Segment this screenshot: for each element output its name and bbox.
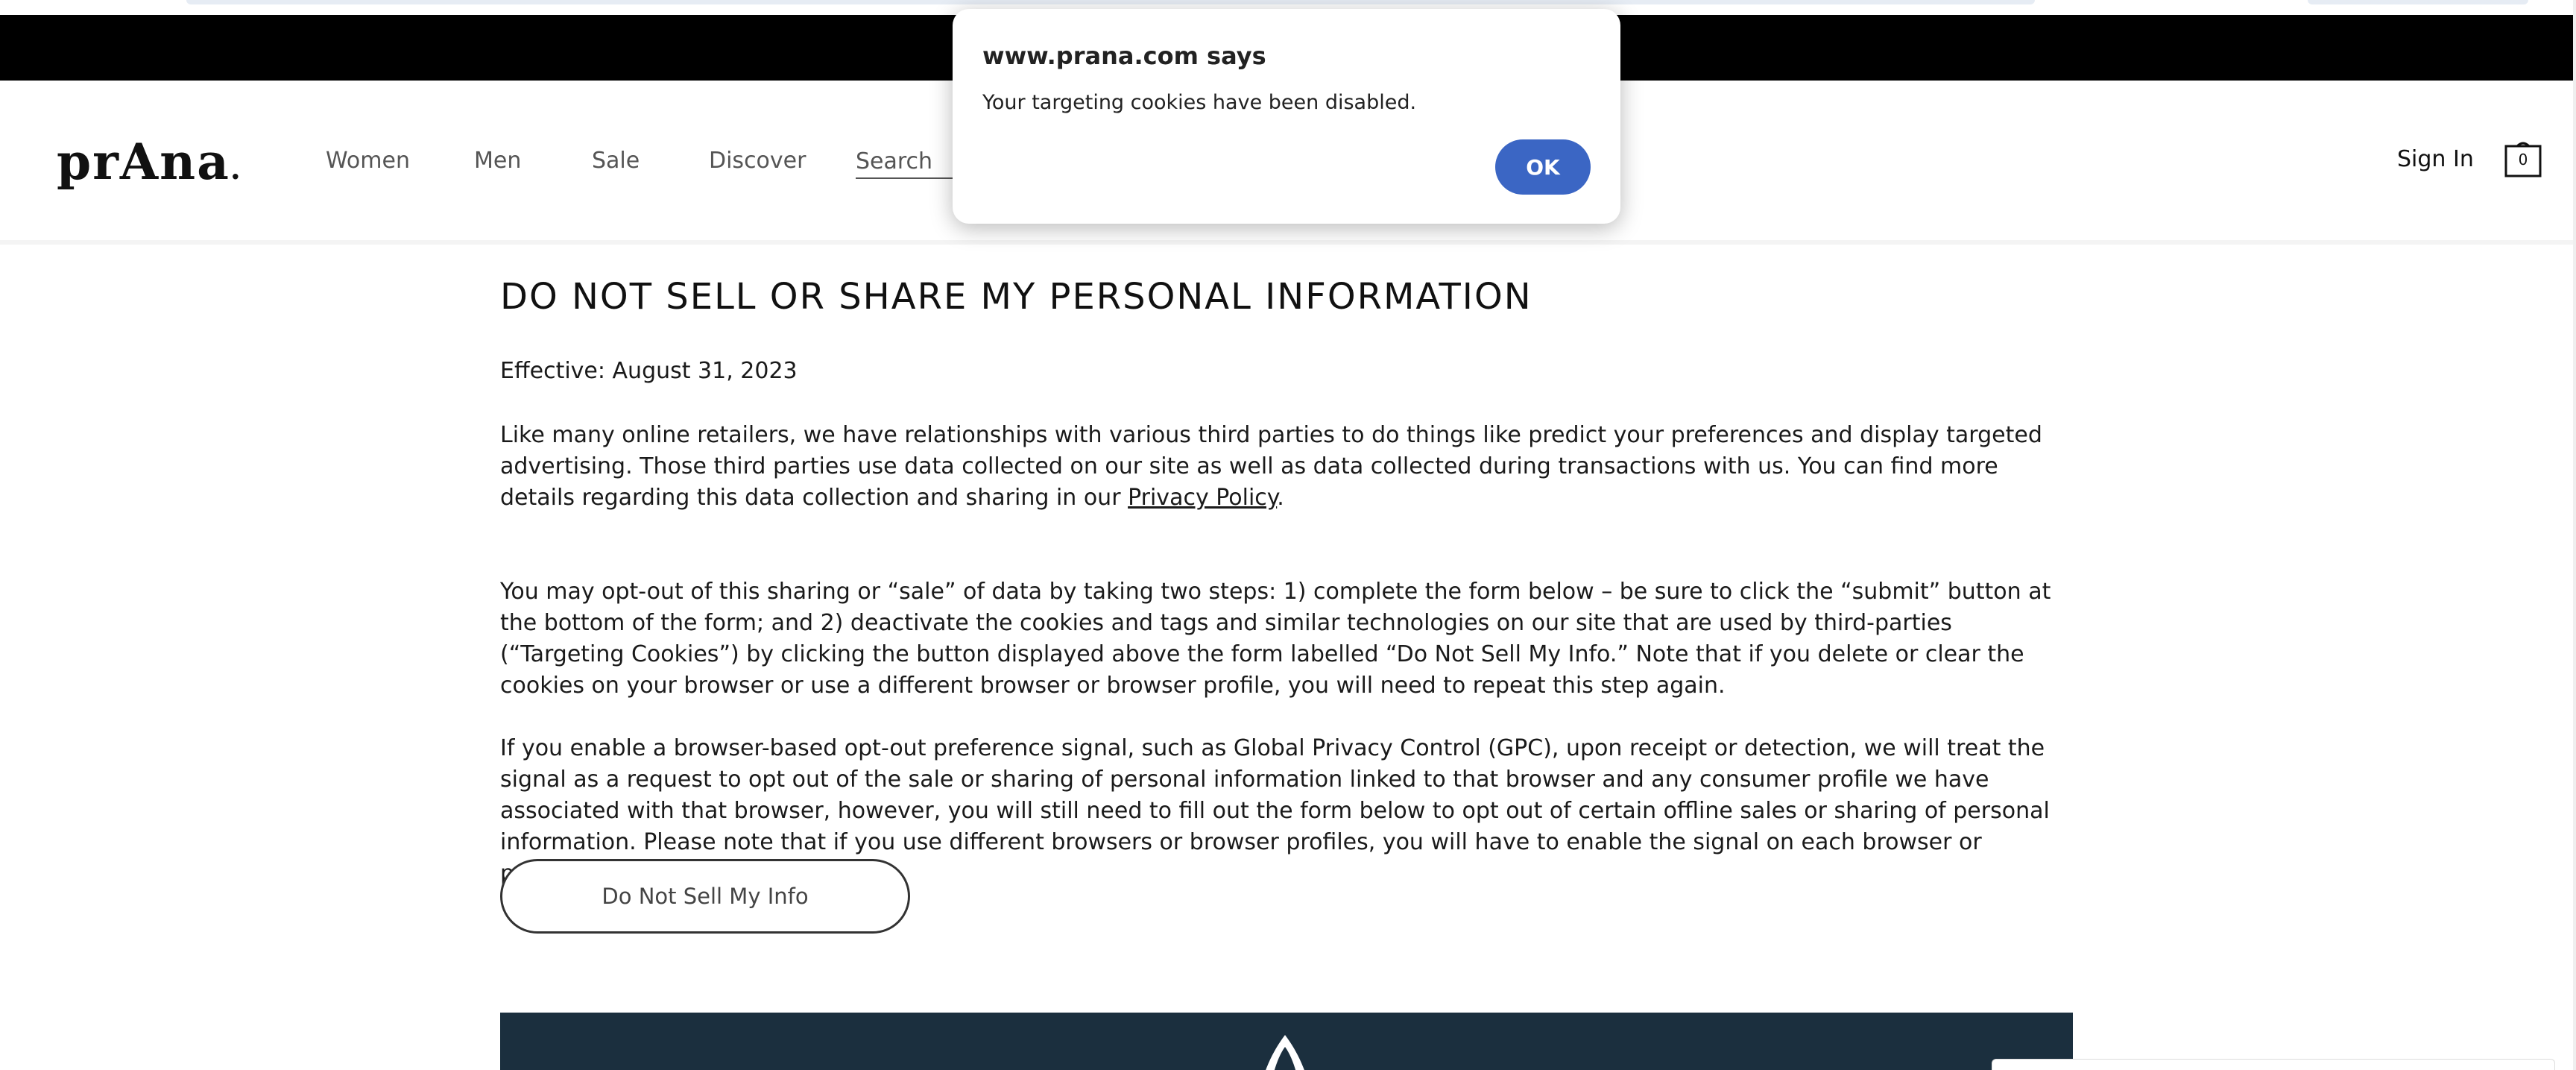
form-banner — [500, 1013, 2073, 1070]
alert-dialog: www.prana.com says Your targeting cookie… — [953, 9, 1620, 224]
prana-logo[interactable]: prAna. — [57, 133, 242, 191]
nav-sale[interactable]: Sale — [592, 148, 640, 174]
ok-button[interactable]: OK — [1495, 139, 1591, 195]
nav-men[interactable]: Men — [474, 148, 521, 174]
sign-in-link[interactable]: Sign In — [2397, 146, 2474, 172]
do-not-sell-button[interactable]: Do Not Sell My Info — [500, 859, 910, 934]
page-title: DO NOT SELL OR SHARE MY PERSONAL INFORMA… — [500, 276, 1532, 318]
address-bar-edge — [186, 0, 2035, 4]
logo-dot: . — [230, 151, 242, 186]
privacy-policy-link[interactable]: Privacy Policy — [1128, 485, 1277, 511]
effective-date: Effective: August 31, 2023 — [500, 358, 798, 384]
dialog-title: www.prana.com says — [982, 42, 1266, 70]
intro-period: . — [1277, 485, 1284, 511]
scrollbar[interactable] — [2573, 0, 2576, 1070]
prana-mountain-icon — [1266, 1035, 1304, 1070]
logo-text: prAna — [57, 133, 230, 191]
cart-count: 0 — [2518, 151, 2528, 169]
main-content: DO NOT SELL OR SHARE MY PERSONAL INFORMA… — [500, 276, 2065, 934]
browser-button-edge — [2308, 0, 2528, 4]
cart-button[interactable]: 0 — [2504, 140, 2542, 177]
side-widget-edge — [1992, 1059, 2555, 1070]
nav-discover[interactable]: Discover — [709, 148, 806, 174]
intro-paragraph: Like many online retailers, we have rela… — [500, 420, 2065, 514]
opt-out-paragraph: You may opt-out of this sharing or “sale… — [500, 579, 2051, 699]
nav-women[interactable]: Women — [326, 148, 410, 174]
dialog-message: Your targeting cookies have been disable… — [982, 91, 1417, 114]
